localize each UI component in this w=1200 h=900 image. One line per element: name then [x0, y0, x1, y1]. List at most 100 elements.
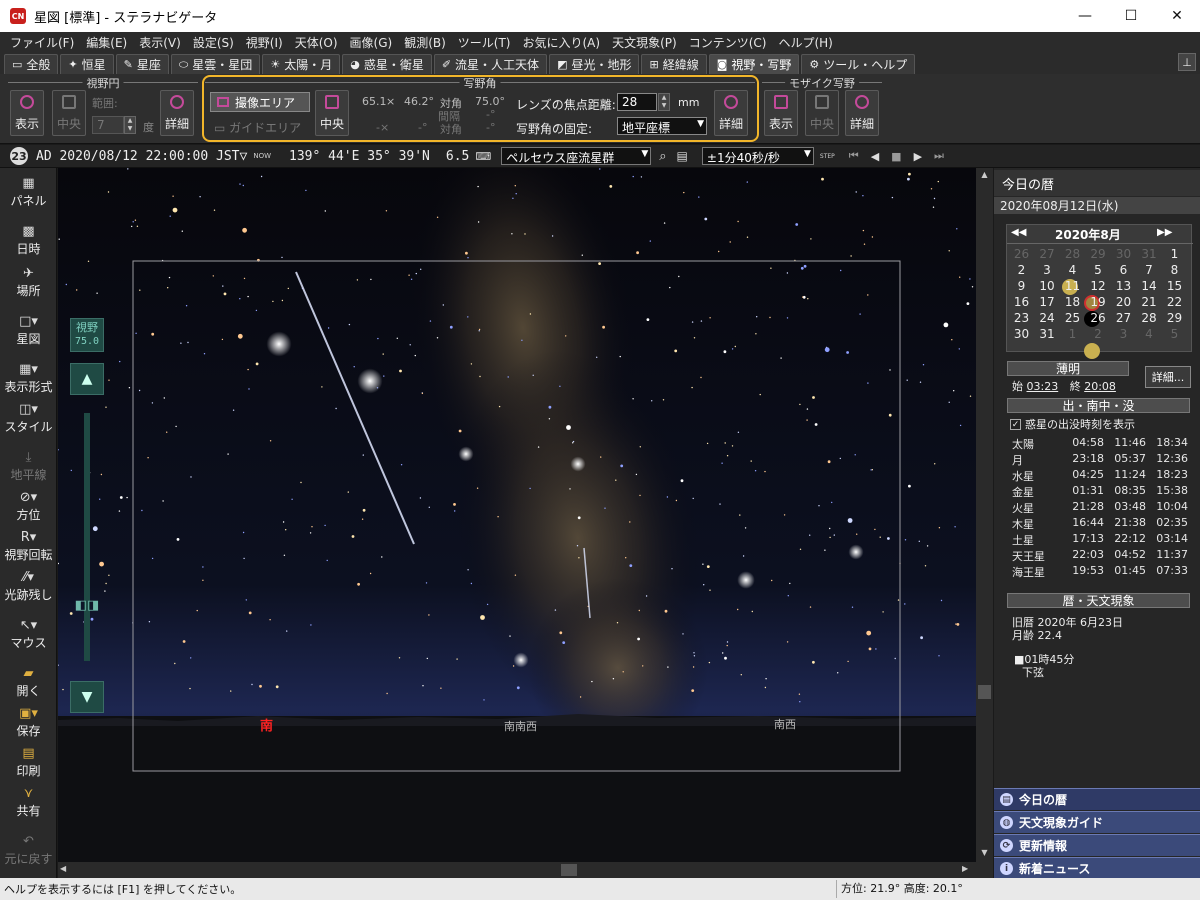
calendar-day[interactable]: 21: [1139, 295, 1160, 311]
calendar-day[interactable]: 18: [1062, 295, 1083, 311]
fov-circle-show-button[interactable]: 表示: [10, 90, 44, 136]
calendar-day[interactable]: 28: [1139, 311, 1160, 327]
zoom-in-button[interactable]: ▲: [70, 363, 104, 395]
twilight-detail-button[interactable]: 詳細...: [1145, 366, 1191, 388]
menu-settings[interactable]: 設定(S): [187, 34, 240, 51]
zoom-out-button[interactable]: ▼: [70, 681, 104, 713]
vertical-scrollbar[interactable]: ▲ ▼: [976, 168, 993, 878]
menu-phenomena[interactable]: 天文現象(P): [606, 34, 683, 51]
bright-star[interactable]: [266, 331, 292, 357]
keyboard-icon[interactable]: ⌨: [475, 150, 491, 163]
calendar-day[interactable]: 29: [1164, 311, 1185, 327]
calendar-day[interactable]: 9: [1011, 279, 1032, 295]
calendar-day[interactable]: 15: [1164, 279, 1185, 295]
calendar-day[interactable]: 1: [1062, 327, 1083, 343]
tab-stars[interactable]: ✦ 恒星: [60, 54, 114, 74]
calendar-day[interactable]: 2: [1011, 263, 1032, 279]
scroll-right-icon[interactable]: ▶: [962, 864, 974, 876]
scroll-left-icon[interactable]: ◀: [60, 864, 72, 876]
skip-back-icon[interactable]: ⏮: [849, 149, 859, 163]
star-chart-canvas[interactable]: 南 南南西 南西: [58, 168, 976, 862]
maximize-button[interactable]: ☐: [1108, 0, 1154, 32]
calendar-day[interactable]: 8: [1164, 263, 1185, 279]
zoom-track[interactable]: [84, 413, 90, 661]
tab-grid[interactable]: ⊞ 経緯線: [641, 54, 707, 74]
calendar-day[interactable]: 31: [1037, 327, 1058, 343]
place-button[interactable]: ✈ 場所: [0, 266, 57, 299]
close-button[interactable]: ✕: [1154, 0, 1200, 32]
pin-icon[interactable]: ⊥: [1178, 53, 1196, 71]
calendar-day[interactable]: 17: [1037, 295, 1058, 311]
bright-star[interactable]: [570, 456, 586, 472]
play-back-icon[interactable]: ◀: [871, 150, 879, 163]
calendar-prev-icon[interactable]: ◀◀: [1011, 227, 1026, 238]
display-format-button[interactable]: ▦▾ 表示形式: [0, 362, 57, 395]
calendar-day[interactable]: 16: [1011, 295, 1032, 311]
tab-phenomena-guide[interactable]: ◍ 天文現象ガイド: [994, 811, 1200, 833]
play-icon[interactable]: ▶: [914, 150, 922, 163]
mosaic-show-button[interactable]: 表示: [764, 90, 798, 136]
tab-updates[interactable]: ⟳ 更新情報: [994, 834, 1200, 856]
scroll-down-icon[interactable]: ▼: [978, 848, 991, 860]
calendar-next-icon[interactable]: ▶▶: [1157, 227, 1172, 238]
tab-fov-photo[interactable]: ◙ 視野・写野: [708, 54, 800, 74]
calendar-day[interactable]: 5: [1164, 327, 1185, 343]
moon-age-badge[interactable]: 23: [10, 147, 28, 165]
print-button[interactable]: ▤ 印刷: [0, 746, 57, 779]
time-step-select[interactable]: ±1分40秒/秒 ▼: [701, 147, 814, 165]
calendar-day[interactable]: 26: [1088, 311, 1109, 327]
tab-tools-help[interactable]: ⚙ ツール・ヘルプ: [801, 54, 916, 74]
horizontal-scrollbar[interactable]: ◀ ▶: [58, 862, 976, 878]
minimize-button[interactable]: —: [1062, 0, 1108, 32]
save-button[interactable]: ▣▾ 保存: [0, 706, 57, 739]
menu-tools[interactable]: ツール(T): [452, 34, 517, 51]
calendar-day[interactable]: 3: [1037, 263, 1058, 279]
calendar-day[interactable]: 30: [1113, 247, 1134, 263]
calendar-day[interactable]: 24: [1037, 311, 1058, 327]
tab-planets[interactable]: ◕ 惑星・衛星: [342, 54, 432, 74]
limit-magnitude[interactable]: 6.5: [446, 149, 469, 164]
bright-star[interactable]: [458, 446, 474, 462]
calendar-day[interactable]: 4: [1139, 327, 1160, 343]
datetime-button[interactable]: ▩ 日時: [0, 224, 57, 257]
bright-star[interactable]: [737, 571, 755, 589]
calendar-day[interactable]: 25: [1062, 311, 1083, 327]
bright-star[interactable]: [848, 544, 864, 560]
calendar-day[interactable]: 7: [1139, 263, 1160, 279]
calendar-day[interactable]: 31: [1139, 247, 1160, 263]
calendar-day[interactable]: 23: [1011, 311, 1032, 327]
mosaic-detail-button[interactable]: 詳細: [845, 90, 879, 136]
tab-general[interactable]: ▭ 全般: [4, 54, 59, 74]
tab-news[interactable]: i 新着ニュース: [994, 857, 1200, 879]
location-display[interactable]: 139° 44'E 35° 39'N: [289, 149, 430, 164]
calendar-day[interactable]: 5: [1088, 263, 1109, 279]
calendar-day[interactable]: 13: [1113, 279, 1134, 295]
calendar-day[interactable]: 4: [1062, 263, 1083, 279]
calendar-day[interactable]: 26: [1011, 247, 1032, 263]
twilight-end[interactable]: 20:08: [1084, 380, 1116, 393]
bright-star[interactable]: [357, 368, 383, 394]
list-icon[interactable]: ▤: [677, 149, 688, 163]
chart-button[interactable]: □▾ 星図: [0, 314, 57, 347]
zoom-handle[interactable]: ◧◨: [70, 598, 104, 616]
tab-constellations[interactable]: ✎ 星座: [115, 54, 169, 74]
fov-circle-detail-button[interactable]: 詳細: [160, 90, 194, 136]
mouse-button[interactable]: ↖▾ マウス: [0, 618, 57, 651]
menu-file[interactable]: ファイル(F): [4, 34, 80, 51]
tab-daylight[interactable]: ◩ 昼光・地形: [549, 54, 640, 74]
calendar-day[interactable]: 28: [1062, 247, 1083, 263]
menu-contents[interactable]: コンテンツ(C): [683, 34, 773, 51]
star-chart[interactable]: 南 南南西 南西 視野 75.0 ▲ ◧◨ ▼: [58, 168, 976, 862]
menu-edit[interactable]: 編集(E): [80, 34, 133, 51]
style-button[interactable]: ◫▾ スタイル: [0, 402, 57, 435]
tab-sun-moon[interactable]: ☀ 太陽・月: [262, 54, 341, 74]
rotate-button[interactable]: R▾ 視野回転: [0, 530, 57, 563]
target-select[interactable]: ペルセウス座流星群 ▼: [501, 147, 652, 165]
stop-icon[interactable]: ■: [891, 150, 901, 163]
calendar-day[interactable]: 14: [1139, 279, 1160, 295]
scroll-up-icon[interactable]: ▲: [978, 170, 991, 182]
menu-fov[interactable]: 視野(I): [240, 34, 289, 51]
step-button[interactable]: STEP: [820, 153, 835, 160]
menu-object[interactable]: 天体(O): [289, 34, 344, 51]
calendar-day[interactable]: 19: [1088, 295, 1109, 311]
